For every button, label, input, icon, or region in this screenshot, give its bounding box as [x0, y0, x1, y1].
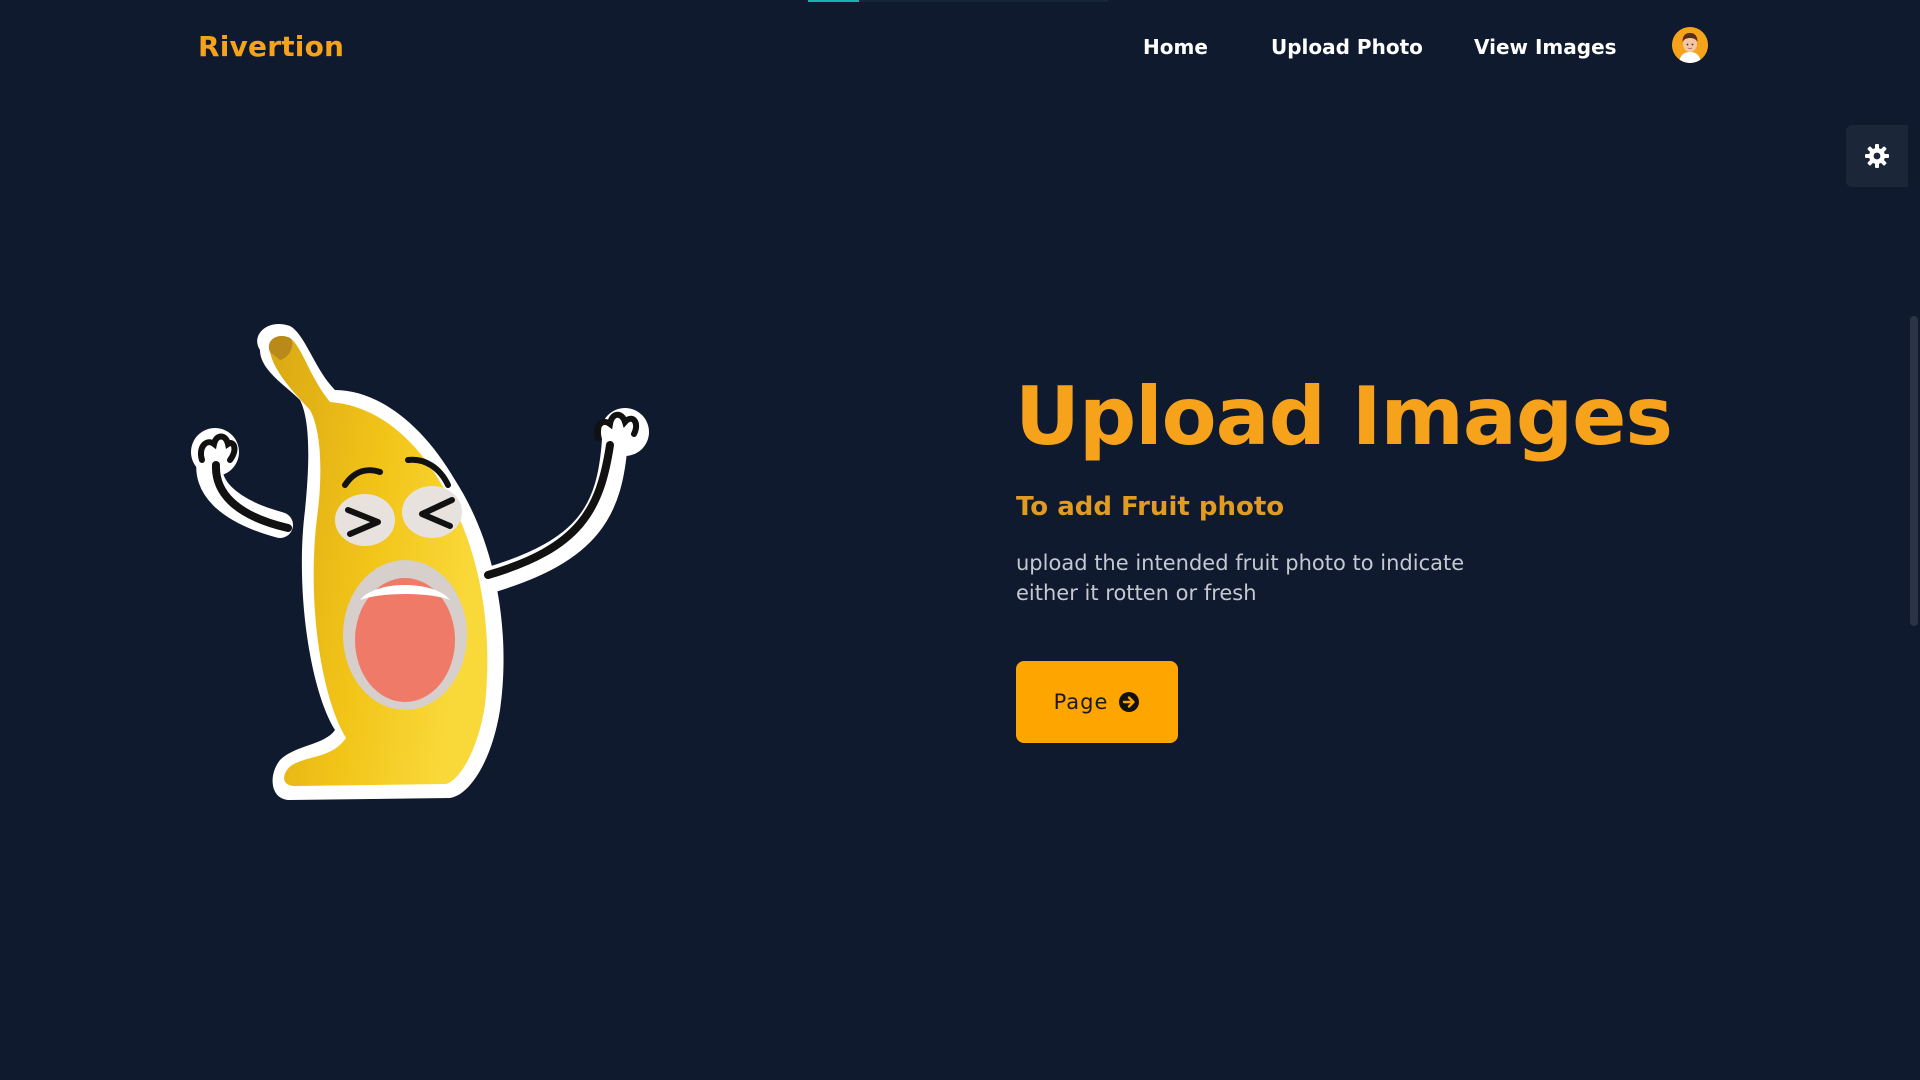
settings-toggle-button[interactable]: [1846, 125, 1908, 187]
page: Rivertion Home Upload Photo View Images: [0, 0, 1920, 1080]
arrow-circle-right-icon: [1118, 691, 1140, 713]
screaming-banana-sticker: [191, 323, 649, 800]
hero-description: upload the intended fruit photo to indic…: [1016, 551, 1465, 605]
logo[interactable]: Rivertion: [198, 30, 344, 63]
top-loading-bar-fill: [808, 0, 859, 2]
page-scrollbar[interactable]: [1908, 0, 1920, 1080]
page-button[interactable]: Page: [1016, 661, 1178, 743]
page-button-label: Page: [1053, 690, 1109, 714]
nav-home-link[interactable]: Home: [1143, 35, 1208, 59]
gear-icon: [1865, 144, 1889, 168]
nav-view-images-link[interactable]: View Images: [1474, 35, 1617, 59]
top-loading-bar: [808, 0, 1108, 2]
scrollbar-thumb[interactable]: [1910, 316, 1918, 626]
hero-title: Upload Images: [1015, 370, 1673, 463]
user-avatar[interactable]: [1672, 27, 1708, 63]
hero-subtitle: To add Fruit photo: [1016, 492, 1285, 522]
nav-upload-photo-link[interactable]: Upload Photo: [1271, 35, 1423, 59]
user-avatar-icon: [1672, 27, 1708, 63]
